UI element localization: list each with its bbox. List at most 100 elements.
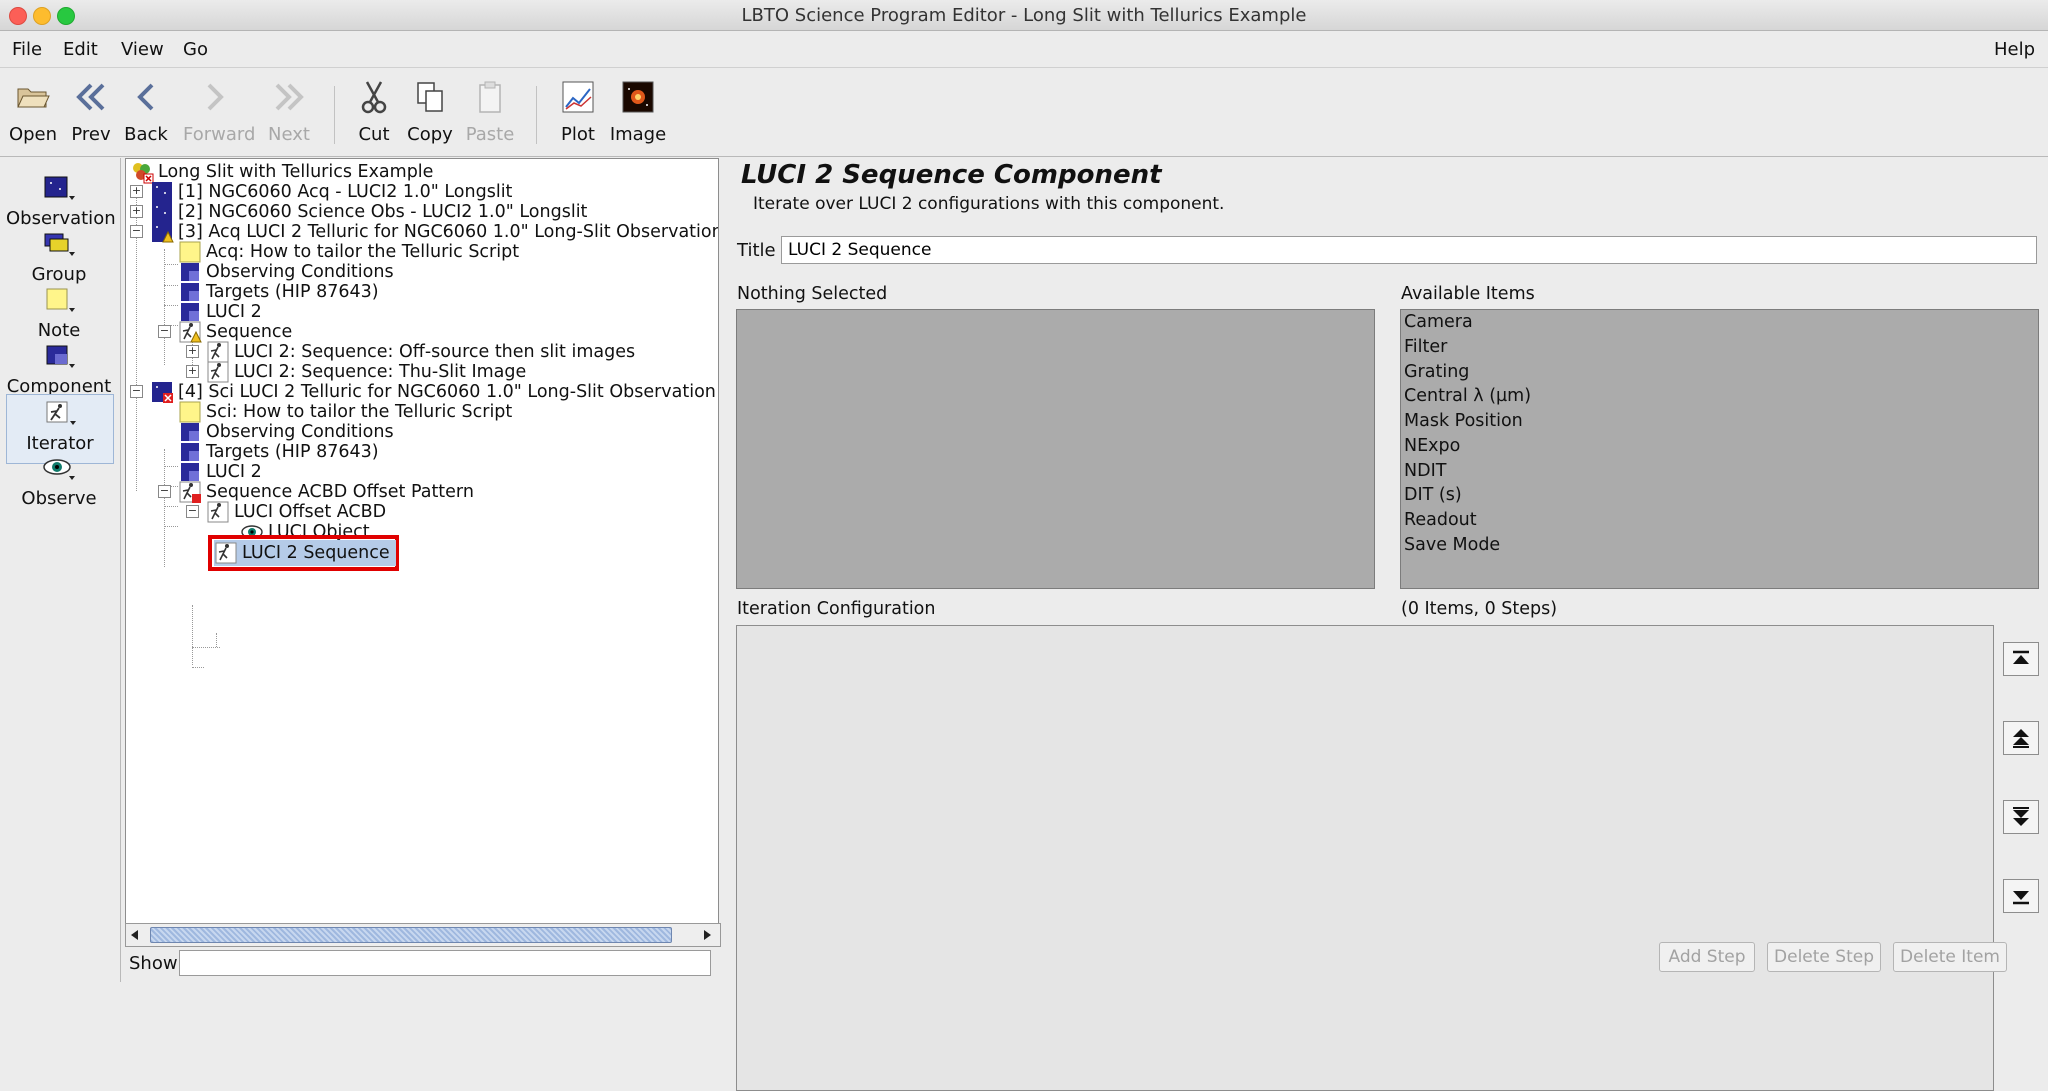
available-item-readout[interactable]: Readout: [1404, 510, 1477, 530]
move-down-icon: [2013, 807, 2029, 826]
back-label: Back: [124, 124, 168, 145]
menu-help[interactable]: Help: [1994, 39, 2035, 60]
available-items-label: Available Items: [1401, 284, 1535, 304]
tree-connector: [164, 285, 178, 286]
next-button[interactable]: Next: [257, 76, 321, 145]
show-input[interactable]: [179, 950, 711, 976]
delete-item-button[interactable]: Delete Item: [1893, 942, 2007, 972]
paste-button[interactable]: Paste: [458, 76, 522, 145]
scroll-left-arrow[interactable]: [128, 927, 142, 943]
add-step-button[interactable]: Add Step: [1659, 942, 1755, 972]
title-input[interactable]: [781, 236, 2037, 264]
tree-toggle-expand[interactable]: +: [130, 205, 143, 218]
toolbar-separator: [536, 86, 537, 144]
delete-step-button[interactable]: Delete Step: [1767, 942, 1881, 972]
tree-toggle-collapse[interactable]: −: [186, 505, 199, 518]
scissors-icon: [361, 81, 387, 114]
available-item-mask-position[interactable]: Mask Position: [1404, 411, 1523, 431]
cut-button[interactable]: Cut: [342, 76, 406, 145]
palette-observe-label: Observe: [21, 488, 97, 509]
component-palette: Observation Group Note Component Iterato…: [0, 158, 121, 982]
sky-image-icon: [622, 81, 654, 113]
chevron-right-icon: [207, 83, 224, 111]
tree-connector: [164, 506, 178, 507]
menu-go[interactable]: Go: [183, 39, 208, 60]
tree-toggle-expand[interactable]: +: [186, 365, 199, 378]
tree-toggle-expand[interactable]: +: [130, 185, 143, 198]
tree-connector: [192, 605, 193, 665]
forward-button[interactable]: Forward: [183, 76, 255, 145]
tree-horizontal-scrollbar[interactable]: [125, 923, 721, 947]
iteration-table[interactable]: [736, 625, 1994, 1091]
open-label: Open: [8, 124, 58, 145]
observation-error-icon: [152, 382, 173, 403]
iterator-icon: [215, 542, 237, 564]
program-tree[interactable]: Long Slit with Tellurics Example + [1] N…: [125, 158, 719, 925]
group-icon: [44, 233, 75, 256]
note-icon: [46, 288, 75, 312]
open-button[interactable]: Open: [1, 76, 65, 145]
title-bar: LBTO Science Program Editor - Long Slit …: [0, 0, 2048, 31]
tree-toggle-collapse[interactable]: −: [158, 325, 171, 338]
available-item-ndit[interactable]: NDIT: [1404, 461, 1446, 481]
next-label: Next: [268, 124, 310, 145]
tree-connector: [164, 305, 178, 306]
available-item-camera[interactable]: Camera: [1404, 312, 1473, 332]
tree-connector: [216, 633, 217, 647]
component-editor: LUCI 2 Sequence Component Iterate over L…: [727, 158, 2048, 1091]
tree-toggle-collapse[interactable]: −: [130, 225, 143, 238]
available-item-filter[interactable]: Filter: [1404, 337, 1447, 357]
menu-view[interactable]: View: [121, 39, 164, 60]
observation-warning-icon: [152, 222, 174, 243]
eye-icon: [43, 459, 75, 480]
move-bottom-icon: [2013, 891, 2029, 905]
component-description: Iterate over LUCI 2 configurations with …: [753, 194, 1225, 214]
palette-observe-button[interactable]: Observe: [6, 450, 112, 518]
back-button[interactable]: Back: [114, 76, 178, 145]
available-item-central-wavelength[interactable]: Central λ (µm): [1404, 386, 1531, 406]
iterator-icon: [46, 401, 76, 425]
plot-icon: [562, 81, 594, 113]
tree-toggle-collapse[interactable]: −: [158, 485, 171, 498]
iterator-error-icon: [179, 481, 201, 503]
copy-label: Copy: [407, 124, 453, 145]
available-item-grating[interactable]: Grating: [1404, 362, 1469, 382]
available-item-nexpo[interactable]: NExpo: [1404, 436, 1460, 456]
iteration-count: (0 Items, 0 Steps): [1401, 599, 1558, 619]
toolbar-separator: [334, 86, 335, 144]
clipboard-icon: [479, 81, 501, 113]
show-filter-bar: Show: [125, 946, 719, 980]
menu-edit[interactable]: Edit: [63, 39, 98, 60]
menu-file[interactable]: File: [12, 39, 42, 60]
cut-label: Cut: [358, 124, 390, 145]
tree-node-selected-sequence[interactable]: LUCI 2 Sequence: [214, 540, 396, 566]
window-title: LBTO Science Program Editor - Long Slit …: [741, 5, 1307, 26]
image-button[interactable]: Image: [606, 76, 670, 145]
move-up-button[interactable]: [2003, 721, 2039, 755]
toolbar: Open Prev Back Forward Next Cut Copy Pas…: [0, 68, 2048, 157]
move-up-icon: [2013, 729, 2029, 748]
image-label: Image: [609, 124, 667, 145]
plot-button[interactable]: Plot: [546, 76, 610, 145]
component-heading: LUCI 2 Sequence Component: [741, 160, 1162, 190]
available-item-dit[interactable]: DIT (s): [1404, 485, 1462, 505]
copy-button[interactable]: Copy: [398, 76, 462, 145]
tree-toggle-expand[interactable]: +: [186, 345, 199, 358]
tree-node-label: LUCI 2 Sequence: [242, 543, 390, 563]
move-to-bottom-button[interactable]: [2003, 879, 2039, 913]
show-label: Show: [129, 953, 178, 974]
iteration-configuration-label: Iteration Configuration: [737, 599, 936, 619]
plot-label: Plot: [561, 124, 595, 145]
folder-open-icon: [17, 88, 50, 108]
tree-toggle-collapse[interactable]: −: [130, 385, 143, 398]
observation-icon: [44, 176, 75, 200]
scroll-thumb[interactable]: [150, 927, 672, 943]
scroll-right-arrow[interactable]: [700, 927, 714, 943]
available-item-save-mode[interactable]: Save Mode: [1404, 535, 1500, 555]
double-chevron-right-icon: [275, 83, 304, 111]
chevron-left-icon: [137, 83, 154, 111]
move-down-button[interactable]: [2003, 800, 2039, 834]
available-items-list[interactable]: Camera Filter Grating Central λ (µm) Mas…: [1400, 309, 2039, 589]
selected-item-panel[interactable]: [736, 309, 1375, 589]
move-to-top-button[interactable]: [2003, 642, 2039, 676]
